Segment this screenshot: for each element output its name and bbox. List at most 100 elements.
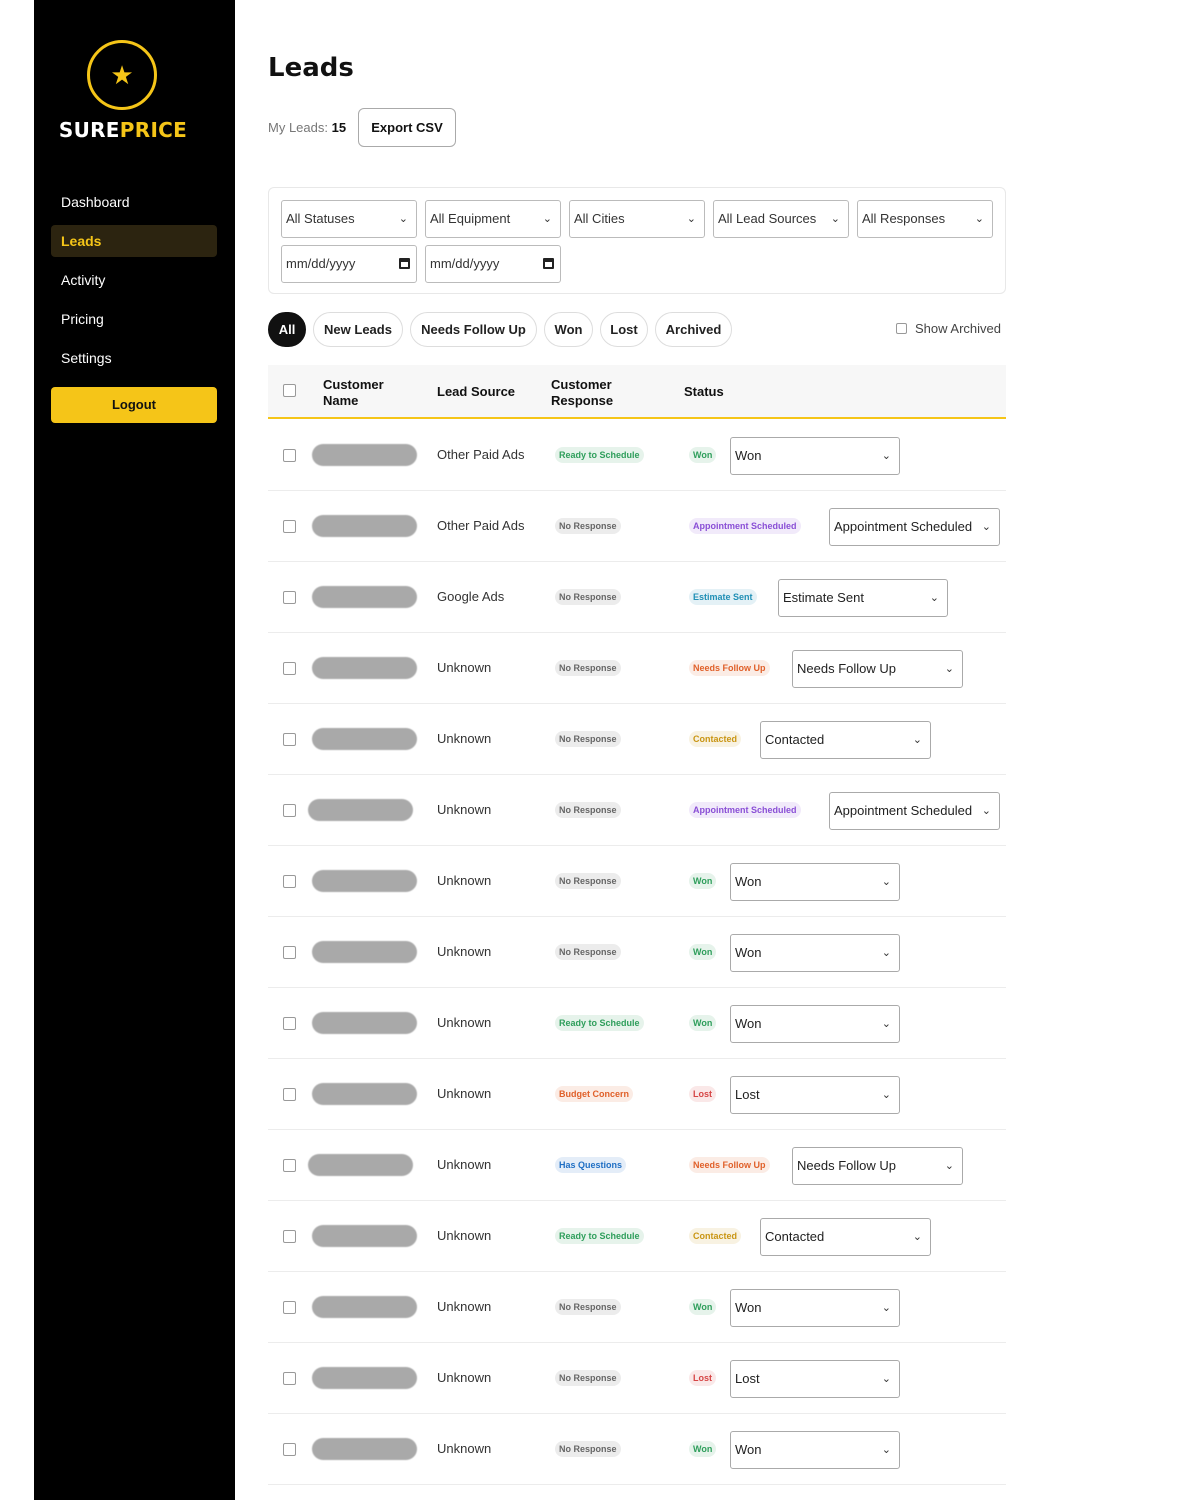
lead-source-cell: Unknown: [437, 1228, 492, 1243]
row-checkbox[interactable]: [283, 946, 296, 959]
date-from-input[interactable]: mm/dd/yyyy: [281, 245, 417, 283]
tab-new-leads[interactable]: New Leads: [313, 312, 403, 347]
sidebar-item-leads[interactable]: Leads: [51, 225, 217, 257]
table-row[interactable]: Google Ads No Response Estimate Sent Estima…: [268, 562, 1006, 633]
row-checkbox[interactable]: [283, 1301, 296, 1314]
chevron-down-icon: ⌄: [881, 1018, 891, 1030]
status-select[interactable]: Won ⌄: [730, 437, 900, 475]
customer-name-redacted[interactable]: [312, 657, 417, 679]
status-select[interactable]: Won ⌄: [730, 1005, 900, 1043]
row-checkbox[interactable]: [283, 1159, 296, 1172]
tab-needs-follow-up[interactable]: Needs Follow Up: [410, 312, 537, 347]
row-checkbox[interactable]: [283, 1088, 296, 1101]
table-row[interactable]: Unknown No Response Won Won ⌄: [268, 1272, 1006, 1343]
customer-name-redacted[interactable]: [312, 870, 417, 892]
status-select-value: Won: [735, 1016, 762, 1031]
customer-name-redacted[interactable]: [308, 799, 413, 821]
status-select[interactable]: Won ⌄: [730, 934, 900, 972]
date-from-placeholder: mm/dd/yyyy: [286, 256, 356, 271]
table-row[interactable]: Unknown No Response Needs Follow Up Needs F…: [268, 633, 1006, 704]
sidebar-item-settings[interactable]: Settings: [51, 342, 217, 374]
chevron-down-icon: ⌄: [830, 213, 840, 225]
calendar-icon[interactable]: [543, 258, 554, 269]
status-select[interactable]: Contacted ⌄: [760, 1218, 931, 1256]
show-archived-checkbox[interactable]: [896, 323, 907, 334]
table-row[interactable]: Unknown Budget Concern Lost Lost ⌄: [268, 1059, 1006, 1130]
table-row[interactable]: Unknown Ready to Schedule Won Won ⌄: [268, 988, 1006, 1059]
table-row[interactable]: Unknown No Response Contacted Contacted ⌄: [268, 704, 1006, 775]
export-csv-button[interactable]: Export CSV: [358, 108, 456, 147]
table-row[interactable]: Unknown No Response Won Won ⌄: [268, 917, 1006, 988]
customer-name-redacted[interactable]: [312, 586, 417, 608]
status-select[interactable]: Appointment Scheduled ⌄: [829, 508, 1000, 546]
response-badge: No Response: [555, 1299, 621, 1315]
table-row[interactable]: Other Paid Ads Ready to Schedule Won Won ⌄: [268, 420, 1006, 491]
customer-name-redacted[interactable]: [312, 1296, 417, 1318]
status-select[interactable]: Won ⌄: [730, 1289, 900, 1327]
row-checkbox[interactable]: [283, 804, 296, 817]
lead-source-cell: Unknown: [437, 1299, 492, 1314]
header-status[interactable]: Status: [684, 384, 724, 400]
table-row[interactable]: Other Paid Ads No Response Appointment Sch…: [268, 491, 1006, 562]
lead-source-filter[interactable]: All Lead Sources ⌄: [713, 200, 849, 238]
table-row[interactable]: Unknown Ready to Schedule Contacted Contact…: [268, 1201, 1006, 1272]
select-all-checkbox[interactable]: [283, 384, 296, 397]
status-select[interactable]: Estimate Sent ⌄: [778, 579, 948, 617]
tab-archived[interactable]: Archived: [655, 312, 732, 347]
header-customer-response[interactable]: Customer Response: [551, 377, 613, 409]
cities-filter[interactable]: All Cities ⌄: [569, 200, 705, 238]
customer-name-redacted[interactable]: [312, 1012, 417, 1034]
row-checkbox[interactable]: [283, 449, 296, 462]
calendar-icon[interactable]: [399, 258, 410, 269]
row-checkbox[interactable]: [283, 875, 296, 888]
customer-name-redacted[interactable]: [312, 1083, 417, 1105]
customer-name-redacted[interactable]: [312, 941, 417, 963]
sidebar-item-pricing[interactable]: Pricing: [51, 303, 217, 335]
table-row[interactable]: Unknown Has Questions Needs Follow Up Needs…: [268, 1130, 1006, 1201]
show-archived-toggle[interactable]: Show Archived: [896, 321, 1001, 336]
logout-button[interactable]: Logout: [51, 387, 217, 423]
row-checkbox[interactable]: [283, 733, 296, 746]
status-select[interactable]: Contacted ⌄: [760, 721, 931, 759]
status-badge: Appointment Scheduled: [689, 802, 801, 818]
status-select[interactable]: Needs Follow Up ⌄: [792, 650, 963, 688]
row-checkbox[interactable]: [283, 1443, 296, 1456]
customer-name-redacted[interactable]: [308, 1154, 413, 1176]
customer-name-redacted[interactable]: [312, 1225, 417, 1247]
sidebar-item-activity[interactable]: Activity: [51, 264, 217, 296]
header-lead-source[interactable]: Lead Source: [437, 384, 515, 400]
tab-lost[interactable]: Lost: [600, 312, 648, 347]
customer-name-redacted[interactable]: [312, 444, 417, 466]
customer-name-redacted[interactable]: [312, 728, 417, 750]
table-row[interactable]: Unknown No Response Appointment Scheduled A…: [268, 775, 1006, 846]
row-checkbox[interactable]: [283, 1372, 296, 1385]
equipment-filter[interactable]: All Equipment ⌄: [425, 200, 561, 238]
row-checkbox[interactable]: [283, 1017, 296, 1030]
row-checkbox[interactable]: [283, 662, 296, 675]
date-to-input[interactable]: mm/dd/yyyy: [425, 245, 561, 283]
table-row[interactable]: Unknown No Response Won Won ⌄: [268, 846, 1006, 917]
status-badge: Won: [689, 1015, 717, 1031]
status-select-value: Estimate Sent: [783, 590, 864, 605]
tab-all[interactable]: All: [268, 312, 306, 347]
row-checkbox[interactable]: [283, 591, 296, 604]
status-select[interactable]: Needs Follow Up ⌄: [792, 1147, 963, 1185]
status-select[interactable]: Lost ⌄: [730, 1360, 900, 1398]
customer-name-redacted[interactable]: [312, 1438, 417, 1460]
response-filter[interactable]: All Responses ⌄: [857, 200, 993, 238]
status-select[interactable]: Appointment Scheduled ⌄: [829, 792, 1000, 830]
status-select[interactable]: Won ⌄: [730, 1431, 900, 1469]
status-select[interactable]: Lost ⌄: [730, 1076, 900, 1114]
customer-name-redacted[interactable]: [312, 515, 417, 537]
header-customer-name[interactable]: Customer Name: [323, 377, 384, 409]
tab-won[interactable]: Won: [544, 312, 593, 347]
customer-name-redacted[interactable]: [312, 1367, 417, 1389]
chevron-down-icon: ⌄: [981, 805, 991, 817]
row-checkbox[interactable]: [283, 520, 296, 533]
status-select[interactable]: Won ⌄: [730, 863, 900, 901]
sidebar-item-dashboard[interactable]: Dashboard: [51, 186, 217, 218]
status-filter[interactable]: All Statuses ⌄: [281, 200, 417, 238]
table-row[interactable]: Unknown No Response Lost Lost ⌄: [268, 1343, 1006, 1414]
row-checkbox[interactable]: [283, 1230, 296, 1243]
table-row[interactable]: Unknown No Response Won Won ⌄: [268, 1414, 1006, 1485]
